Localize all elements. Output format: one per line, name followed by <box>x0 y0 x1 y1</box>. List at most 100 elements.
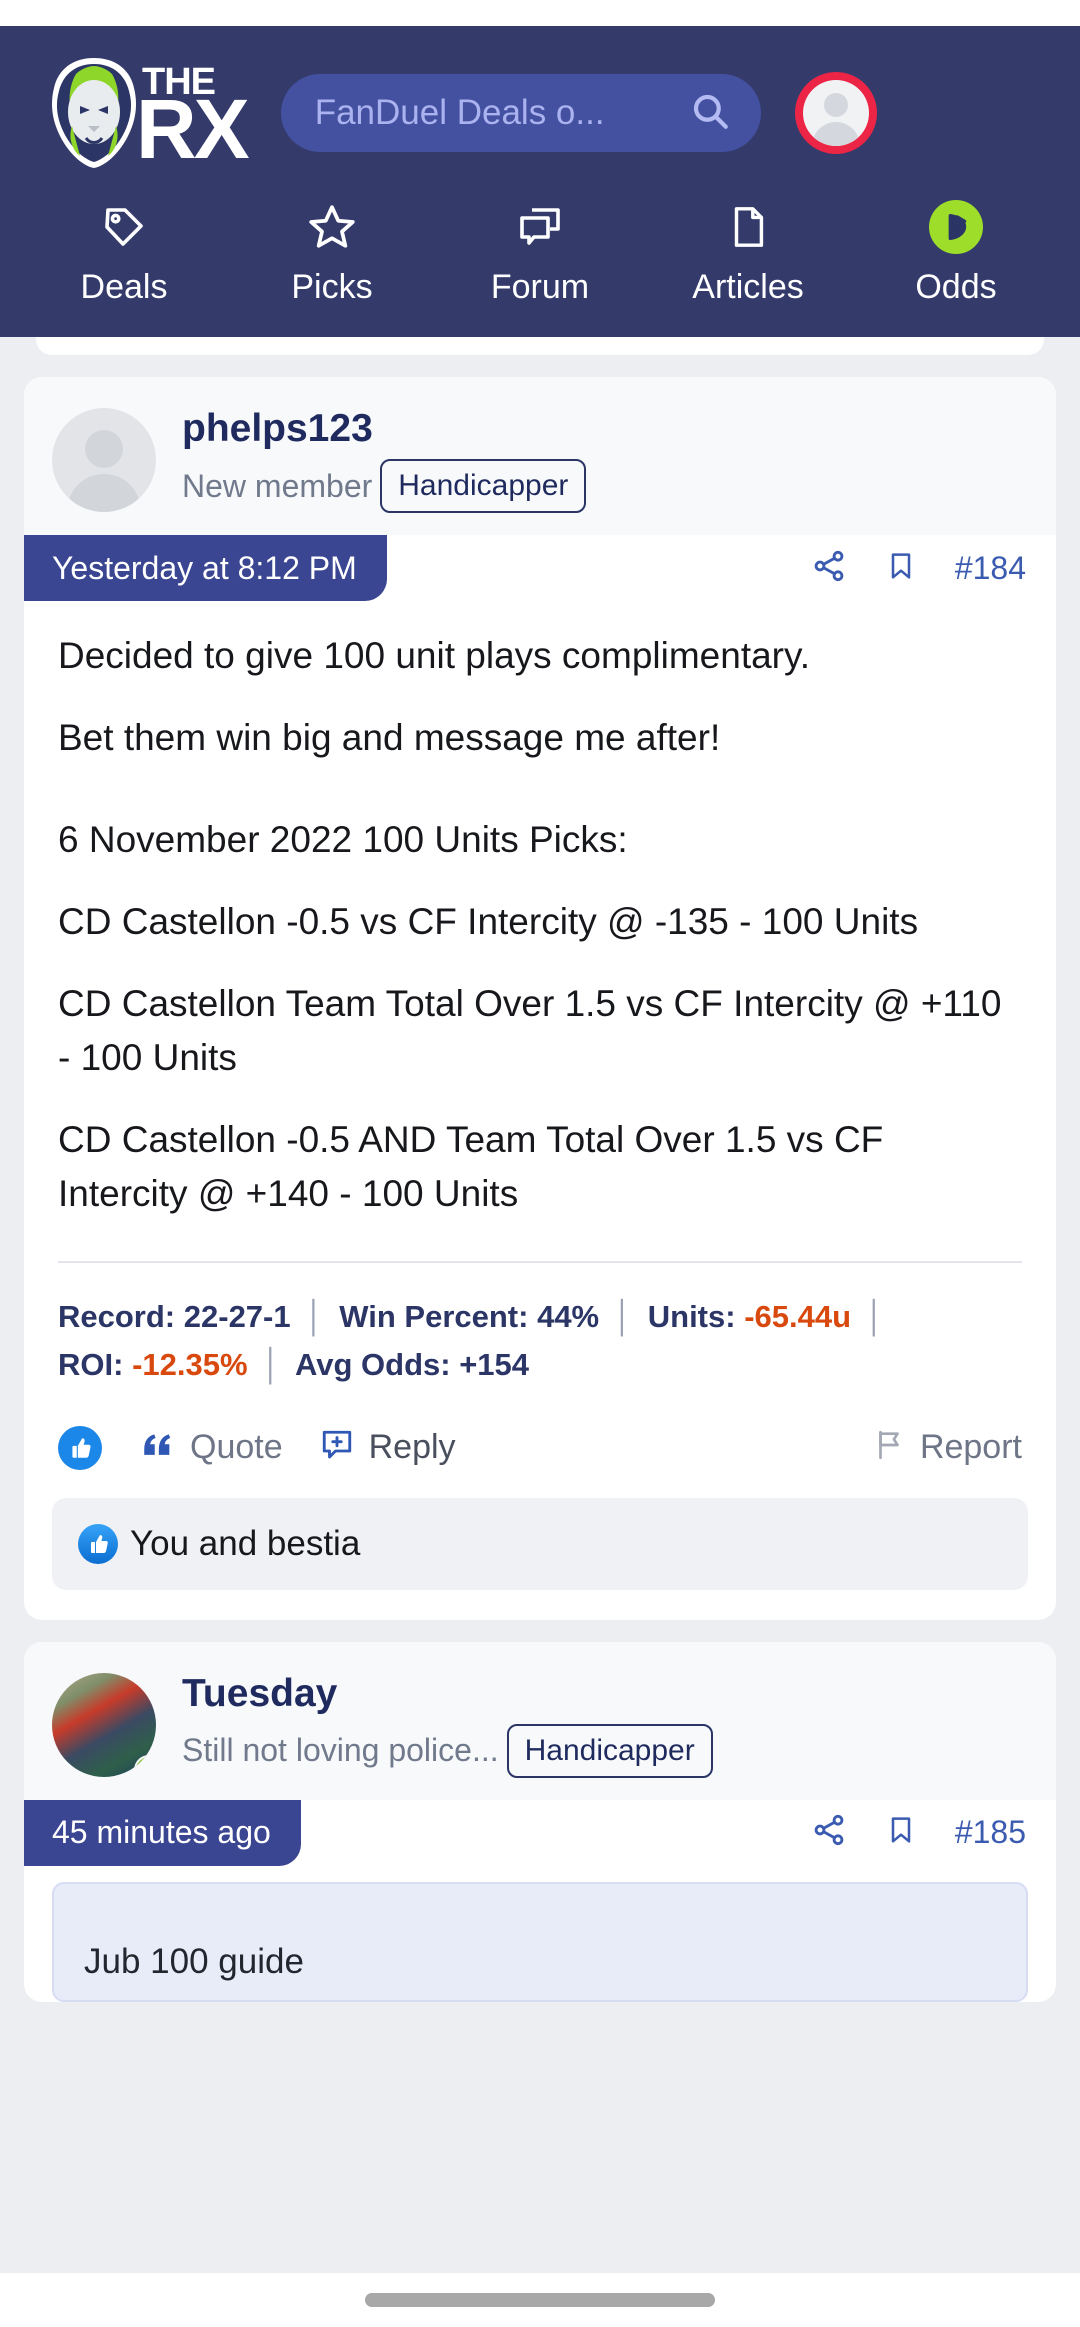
avatar-head <box>823 93 848 117</box>
share-icon[interactable] <box>811 548 847 589</box>
share-icon[interactable] <box>811 1812 847 1853</box>
handicapper-badge[interactable]: Handicapper <box>380 459 587 513</box>
thumbs-up-icon <box>58 1425 102 1470</box>
post-actions: Quote Reply Report <box>24 1396 1056 1494</box>
nav-label-deals: Deals <box>80 268 168 306</box>
search-bar[interactable]: FanDuel Deals o... <box>280 74 761 152</box>
report-label: Report <box>919 1428 1022 1467</box>
lion-mascot-icon <box>52 58 136 168</box>
divider: │ <box>305 1299 325 1335</box>
divider: │ <box>262 1347 282 1383</box>
avg-odds-label: Avg Odds: <box>295 1347 451 1383</box>
search-input[interactable]: FanDuel Deals o... <box>315 93 605 133</box>
post-number[interactable]: #185 <box>955 1814 1026 1851</box>
handicapper-stats: Record: 22-27-1 │ Win Percent: 44% │ Uni… <box>58 1261 1022 1396</box>
post-timestamp[interactable]: Yesterday at 8:12 PM <box>24 535 387 601</box>
post-identity: phelps123 New member Handicapper <box>182 407 587 513</box>
post-card: phelps123 New member Handicapper Yesterd… <box>24 377 1056 1620</box>
online-status-icon <box>134 1754 156 1777</box>
home-indicator-bar <box>0 2273 1080 2327</box>
record-value: 22-27-1 <box>183 1299 291 1335</box>
post-line: CD Castellon Team Total Over 1.5 vs CF I… <box>58 983 1002 1079</box>
post-line-blank <box>58 793 1022 803</box>
bookmark-icon[interactable] <box>885 1812 917 1853</box>
stats-line-2: ROI: -12.35% │ Avg Odds: +154 <box>58 1341 1022 1389</box>
post-card: Tuesday Still not loving police... Handi… <box>24 1641 1056 2002</box>
app-header: THE RX FanDuel Deals o... Deals Picks Fo… <box>0 26 1080 337</box>
chat-bubbles-icon <box>516 200 564 254</box>
post-line: Bet them win big and message me after! <box>58 717 721 759</box>
stats-line-1: Record: 22-27-1 │ Win Percent: 44% │ Uni… <box>58 1293 1022 1341</box>
record-label: Record: <box>58 1299 176 1335</box>
primary-nav: Deals Picks Forum Articles Odds <box>0 200 1080 337</box>
site-logo[interactable]: THE RX <box>42 54 250 176</box>
post-meta-bar: Yesterday at 8:12 PM #184 <box>24 535 1056 601</box>
post-avatar[interactable] <box>52 408 156 512</box>
post-user-title: New member <box>182 467 373 504</box>
quote-marks-icon <box>138 1428 176 1467</box>
post-header: phelps123 New member Handicapper <box>24 377 1056 535</box>
reply-button[interactable]: Reply <box>319 1427 456 1468</box>
flag-icon <box>872 1426 906 1469</box>
status-bar <box>0 0 1080 26</box>
avatar-body <box>67 474 141 512</box>
app-screen: THE RX FanDuel Deals o... Deals Picks Fo… <box>0 0 1080 2327</box>
nav-label-articles: Articles <box>692 268 804 306</box>
search-icon[interactable] <box>689 90 731 137</box>
thumbs-up-reaction-icon <box>78 1523 118 1564</box>
handicapper-badge[interactable]: Handicapper <box>506 1723 713 1778</box>
nav-label-picks: Picks <box>291 268 373 306</box>
logo-wordmark: THE RX <box>136 63 250 176</box>
tag-icon <box>100 200 148 254</box>
nav-item-odds[interactable]: Odds <box>866 200 1046 307</box>
thread-content: phelps123 New member Handicapper Yesterd… <box>0 337 1080 2002</box>
bookmark-icon[interactable] <box>885 548 917 589</box>
post-subtitle-row: New member Handicapper <box>182 459 587 513</box>
home-indicator <box>365 2293 715 2307</box>
document-icon <box>725 200 771 254</box>
quoted-post-preview[interactable]: Jub 100 guide <box>52 1881 1028 2002</box>
post-number[interactable]: #184 <box>955 550 1026 587</box>
post-identity: Tuesday Still not loving police... Handi… <box>182 1672 713 1778</box>
logo-rx-text: RX <box>136 82 250 176</box>
post-avatar[interactable] <box>52 1672 156 1777</box>
post-username[interactable]: phelps123 <box>182 407 586 451</box>
avatar-head <box>85 430 123 468</box>
nav-item-articles[interactable]: Articles <box>658 200 838 307</box>
odds-circle <box>929 200 983 254</box>
nav-label-odds: Odds <box>915 268 997 306</box>
post-line: CD Castellon -0.5 AND Team Total Over 1.… <box>58 1119 884 1215</box>
post-user-title: Still not loving police... <box>182 1732 499 1769</box>
nav-label-forum: Forum <box>490 268 590 306</box>
account-avatar-button[interactable] <box>794 72 877 154</box>
roi-value: -12.35% <box>132 1347 248 1383</box>
reactions-text: You and bestia <box>130 1523 361 1563</box>
post-line: Decided to give 100 unit plays complimen… <box>58 635 811 676</box>
post-meta-actions: #184 <box>770 535 1056 601</box>
star-icon <box>306 200 358 254</box>
nav-item-forum[interactable]: Forum <box>450 200 630 307</box>
divider: │ <box>865 1299 886 1335</box>
reactions-bar[interactable]: You and bestia <box>52 1497 1028 1590</box>
nav-item-deals[interactable]: Deals <box>34 200 214 307</box>
post-subtitle-row: Still not loving police... Handicapper <box>182 1723 713 1778</box>
avatar-body <box>811 122 860 146</box>
quoted-post-text: Jub 100 guide <box>84 1941 304 1981</box>
post-line: 6 November 2022 100 Units Picks: <box>58 819 628 861</box>
post-line: CD Castellon -0.5 vs CF Intercity @ -135… <box>58 901 919 943</box>
nav-item-picks[interactable]: Picks <box>242 200 422 307</box>
previous-post-peek <box>36 337 1044 355</box>
reply-label: Reply <box>368 1428 456 1467</box>
header-top-row: THE RX FanDuel Deals o... <box>0 26 1080 200</box>
reply-bubble-icon <box>319 1427 355 1468</box>
post-timestamp[interactable]: 45 minutes ago <box>24 1799 301 1866</box>
report-button[interactable]: Report <box>872 1426 1022 1469</box>
units-label: Units: <box>647 1299 736 1335</box>
like-button[interactable] <box>58 1425 102 1470</box>
quote-button[interactable]: Quote <box>138 1428 283 1467</box>
avg-odds-value: +154 <box>459 1347 530 1383</box>
divider: │ <box>613 1299 634 1335</box>
units-value: -65.44u <box>744 1299 852 1335</box>
post-header: Tuesday Still not loving police... Handi… <box>24 1641 1056 1800</box>
post-username[interactable]: Tuesday <box>182 1672 713 1716</box>
